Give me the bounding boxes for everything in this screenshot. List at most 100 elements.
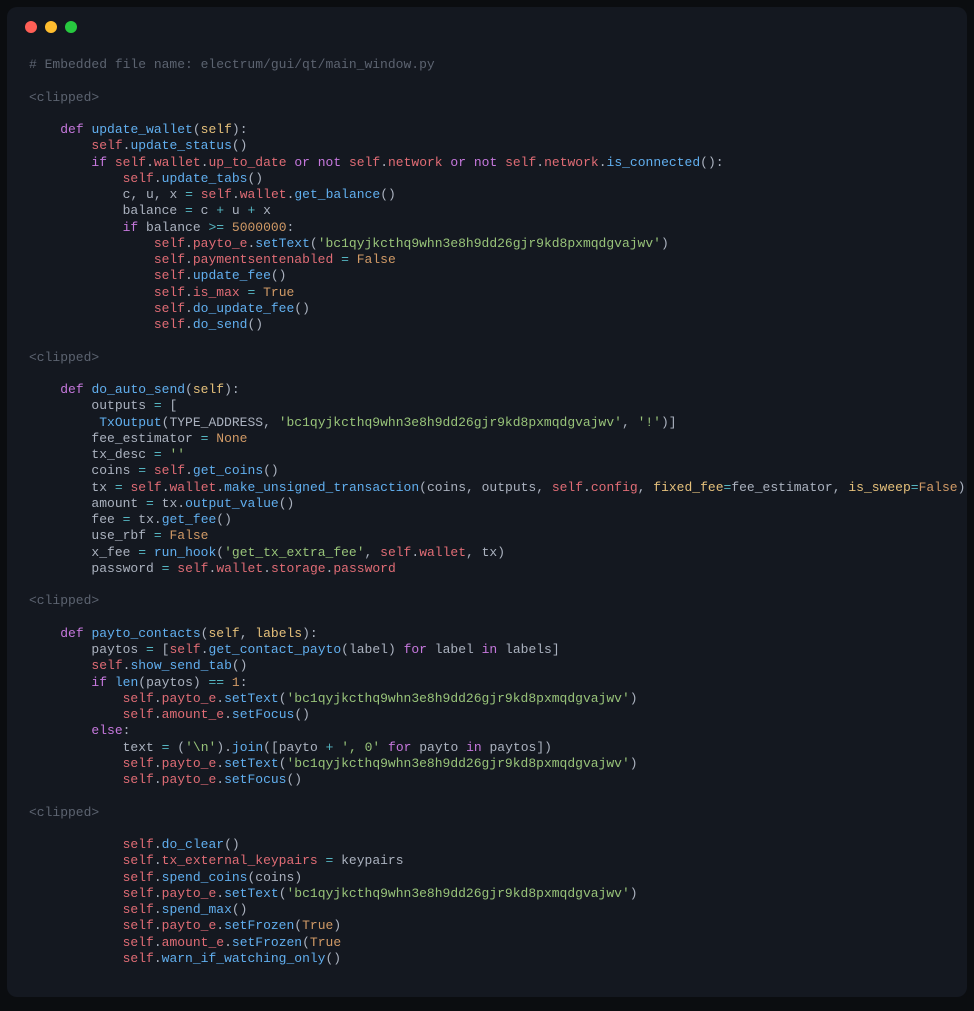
param: self	[201, 122, 232, 137]
keyword: else	[91, 723, 122, 738]
keyword: if	[123, 220, 139, 235]
prop: network	[388, 155, 443, 170]
self: self	[154, 268, 185, 283]
prop: is_max	[193, 285, 240, 300]
self: self	[123, 935, 154, 950]
clipped-marker: <clipped>	[29, 350, 99, 365]
prop: wallet	[170, 480, 217, 495]
prop: wallet	[240, 187, 287, 202]
func-name: len	[115, 675, 138, 690]
method: make_unsigned_transaction	[224, 480, 419, 495]
titlebar	[7, 7, 967, 47]
func-name: update_wallet	[91, 122, 192, 137]
param: labels	[255, 626, 302, 641]
self: self	[154, 236, 185, 251]
prop: payto_e	[162, 772, 217, 787]
ident: paytos	[146, 675, 193, 690]
self: self	[552, 480, 583, 495]
method: setFocus	[232, 707, 294, 722]
prop: password	[333, 561, 395, 576]
keyword: in	[482, 642, 498, 657]
clipped-marker: <clipped>	[29, 593, 99, 608]
ident: amount	[91, 496, 138, 511]
self: self	[123, 691, 154, 706]
method: warn_if_watching_only	[162, 951, 326, 966]
ident: tx	[162, 496, 178, 511]
method: get_fee	[162, 512, 217, 527]
prop: up_to_date	[209, 155, 287, 170]
string: '!'	[638, 415, 661, 430]
self: self	[115, 155, 146, 170]
kwarg: is_sweep	[848, 480, 910, 495]
prop: payto_e	[162, 756, 217, 771]
ident: label	[435, 642, 474, 657]
method: spend_max	[162, 902, 232, 917]
self: self	[154, 317, 185, 332]
ident: balance	[146, 220, 201, 235]
string: 'bc1qyjkcthq9whn3e8h9dd26gjr9kd8pxmqdgva…	[287, 886, 630, 901]
clipped-marker: <clipped>	[29, 90, 99, 105]
self: self	[154, 463, 185, 478]
self: self	[123, 853, 154, 868]
string: 'bc1qyjkcthq9whn3e8h9dd26gjr9kd8pxmqdgva…	[287, 691, 630, 706]
comment-line: # Embedded file name: electrum/gui/qt/ma…	[29, 57, 435, 72]
zoom-icon[interactable]	[65, 21, 77, 33]
number: 1	[232, 675, 240, 690]
ident: paytos	[91, 642, 138, 657]
method: setText	[224, 886, 279, 901]
self: self	[123, 951, 154, 966]
self: self	[201, 187, 232, 202]
code-area: # Embedded file name: electrum/gui/qt/ma…	[7, 47, 967, 989]
bool: False	[919, 480, 958, 495]
prop: amount_e	[162, 707, 224, 722]
ident: fee_estimator	[731, 480, 832, 495]
const: None	[216, 431, 247, 446]
string: ''	[169, 447, 185, 462]
keyword: def	[60, 122, 83, 137]
prop: wallet	[419, 545, 466, 560]
prop: amount_e	[162, 935, 224, 950]
self: self	[154, 252, 185, 267]
keyword: if	[91, 155, 107, 170]
ident: payto	[279, 740, 318, 755]
func-name: run_hook	[154, 545, 216, 560]
ident: fee	[91, 512, 114, 527]
ident: keypairs	[341, 853, 403, 868]
ident: u	[146, 187, 154, 202]
param: self	[208, 626, 239, 641]
keyword: def	[60, 626, 83, 641]
prop: paymentsentenabled	[193, 252, 333, 267]
func-name: do_auto_send	[91, 382, 185, 397]
string: '\n'	[185, 740, 216, 755]
self: self	[380, 545, 411, 560]
keyword: if	[91, 675, 107, 690]
prop: config	[591, 480, 638, 495]
ident: outputs	[91, 398, 146, 413]
kwarg: fixed_fee	[653, 480, 723, 495]
keyword: def	[60, 382, 83, 397]
bool: True	[310, 935, 341, 950]
keyword: or	[450, 155, 466, 170]
clipped-marker: <clipped>	[29, 805, 99, 820]
method: update_status	[130, 138, 231, 153]
method: get_balance	[294, 187, 380, 202]
self: self	[91, 658, 122, 673]
minimize-icon[interactable]	[45, 21, 57, 33]
self: self	[123, 886, 154, 901]
ident: fee_estimator	[91, 431, 192, 446]
self: self	[130, 480, 161, 495]
keyword: or	[294, 155, 310, 170]
ident: x_fee	[91, 545, 130, 560]
prop: payto_e	[162, 691, 217, 706]
ident: coins	[91, 463, 130, 478]
close-icon[interactable]	[25, 21, 37, 33]
string: 'bc1qyjkcthq9whn3e8h9dd26gjr9kd8pxmqdgva…	[287, 756, 630, 771]
ident: outputs	[482, 480, 537, 495]
string: 'bc1qyjkcthq9whn3e8h9dd26gjr9kd8pxmqdgva…	[318, 236, 661, 251]
keyword: not	[318, 155, 341, 170]
ident: x	[263, 203, 271, 218]
prop: storage	[271, 561, 326, 576]
prop: tx_external_keypairs	[162, 853, 318, 868]
ident: balance	[123, 203, 178, 218]
ident: labels	[505, 642, 552, 657]
